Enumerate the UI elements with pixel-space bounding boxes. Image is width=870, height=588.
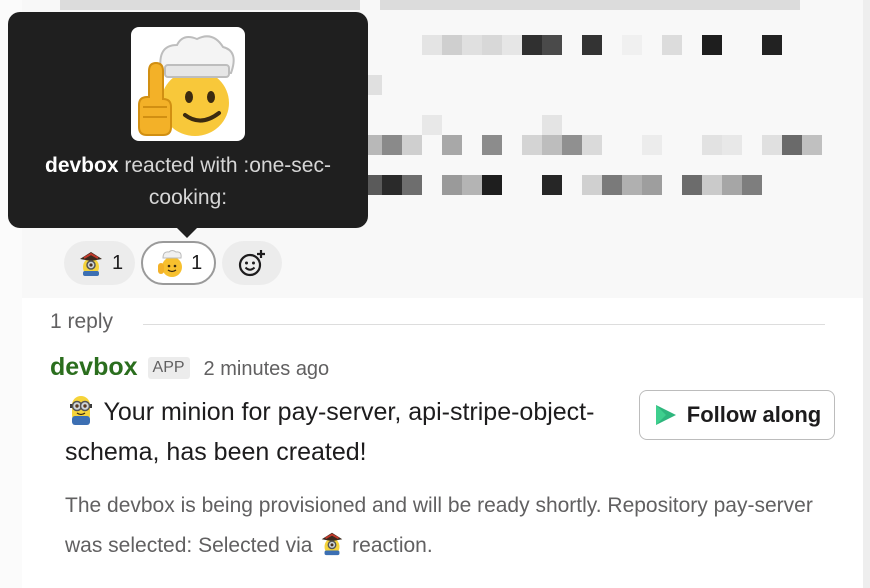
message-author[interactable]: devbox <box>50 353 138 382</box>
reaction-pirate-minion[interactable]: 1 <box>64 241 136 285</box>
pirate-minion-emoji-icon <box>80 252 102 276</box>
add-reaction-button[interactable] <box>222 241 283 285</box>
add-reaction-icon <box>239 250 266 277</box>
message-header: devbox APP 2 minutes ago <box>50 353 329 382</box>
reaction-count: 1 <box>191 251 203 274</box>
message-text: Your minion for pay-server, api-stripe-o… <box>65 398 595 466</box>
app-badge: APP <box>147 357 190 379</box>
message-timestamp[interactable]: 2 minutes ago <box>204 358 330 381</box>
tooltip-text: devbox reacted with :one-sec-cooking: <box>22 150 354 214</box>
tooltip-emoji-frame <box>131 27 245 141</box>
reaction-tooltip: devbox reacted with :one-sec-cooking: <box>8 12 368 228</box>
tooltip-reaction-text: reacted with :one-sec-cooking: <box>124 154 331 209</box>
reaction-chef-thumb[interactable]: 1 <box>141 241 217 285</box>
reaction-count: 1 <box>112 251 124 274</box>
thread-divider <box>143 324 825 325</box>
message-body: Your minion for pay-server, api-stripe-o… <box>65 392 605 472</box>
minion-emoji-icon <box>70 396 92 426</box>
message-details: The devbox is being provisioned and will… <box>65 486 835 566</box>
reactions-bar: 1 1 <box>64 241 283 285</box>
play-icon <box>655 405 676 425</box>
follow-along-label: Follow along <box>686 402 822 427</box>
tooltip-user: devbox <box>45 154 119 177</box>
pirate-minion-emoji-icon <box>322 533 343 556</box>
details-text: The devbox is being provisioned and will… <box>65 494 813 557</box>
chef-thumb-emoji-icon <box>158 250 183 277</box>
chef-thumb-emoji-icon <box>138 35 235 136</box>
thread-reply-count[interactable]: 1 reply <box>50 310 113 334</box>
details-suffix: reaction. <box>352 534 433 557</box>
tooltip-arrow <box>177 228 197 238</box>
follow-along-button[interactable]: Follow along <box>639 390 835 440</box>
